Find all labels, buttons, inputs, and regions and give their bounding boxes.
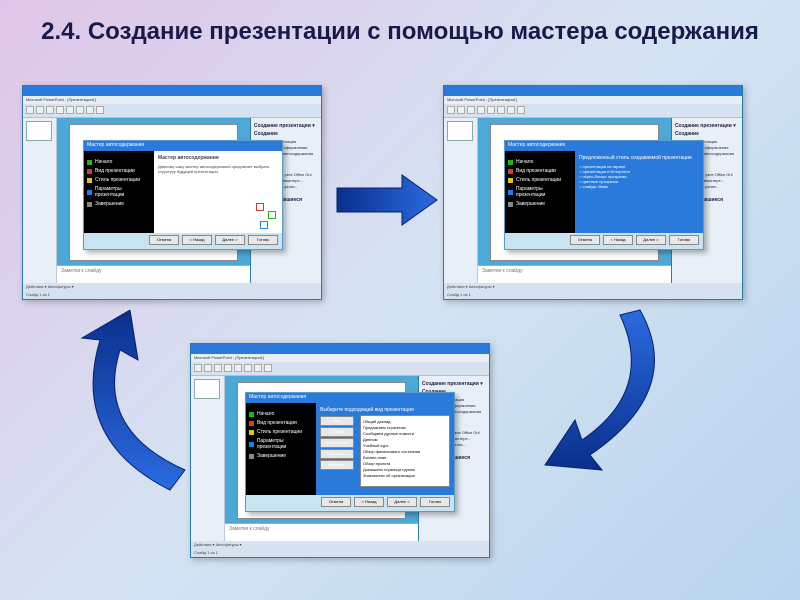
arrow-curved-up-icon — [60, 310, 240, 510]
window-titlebar — [23, 86, 321, 96]
arrow-curved-down-icon — [490, 300, 690, 500]
wizard-content-type: Выберите подходящий вид презентации Все … — [316, 403, 454, 495]
wizard-back-button[interactable]: < Назад — [182, 235, 212, 245]
wizard-button-row: Отмена < Назад Далее > Готово — [84, 233, 282, 249]
wizard-dialog-step1: Мастер автосодержания Начало Вид презент… — [83, 140, 283, 250]
menubar: Microsoft PowerPoint - [Презентация1] — [23, 96, 321, 104]
wizard-steps-list: Начало Вид презентации Стиль презентации… — [84, 151, 154, 233]
slide-canvas: Заметки к слайду Мастер автосодержания Н… — [57, 118, 251, 283]
notes-pane: Заметки к слайду — [57, 265, 250, 283]
presentation-type-list[interactable]: Общий доклад Предлагаем стратегию Сообща… — [360, 415, 450, 487]
drawing-bar: Действия ▾ Автофигуры ▾ — [23, 283, 321, 291]
wizard-dialog-step2: Мастер автосодержания Начало Вид презент… — [504, 140, 704, 250]
screenshot-step-2: Microsoft PowerPoint - [Презентация1] За… — [443, 85, 743, 300]
wizard-content-style: Предложенный стиль создаваемой презентац… — [575, 151, 703, 233]
wizard-content-intro: Мастер автосодержания Данному шагу масте… — [154, 151, 282, 233]
toolbar — [23, 104, 321, 118]
page-title: 2.4. Создание презентации с помощью маст… — [0, 0, 800, 56]
arrow-right-icon — [332, 170, 442, 230]
wizard-title: Мастер автосодержания — [84, 141, 282, 151]
wizard-dialog-step3: Мастер автосодержания Начало Вид презент… — [245, 392, 455, 512]
wizard-cancel-button[interactable]: Отмена — [149, 235, 179, 245]
wizard-next-button[interactable]: Далее > — [215, 235, 245, 245]
slide-thumbs — [23, 118, 57, 283]
screenshot-step-1: Microsoft PowerPoint - [Презентация1] За… — [22, 85, 322, 300]
status-bar: Слайд 1 из 1 — [23, 291, 321, 299]
wizard-finish-button[interactable]: Готово — [248, 235, 278, 245]
